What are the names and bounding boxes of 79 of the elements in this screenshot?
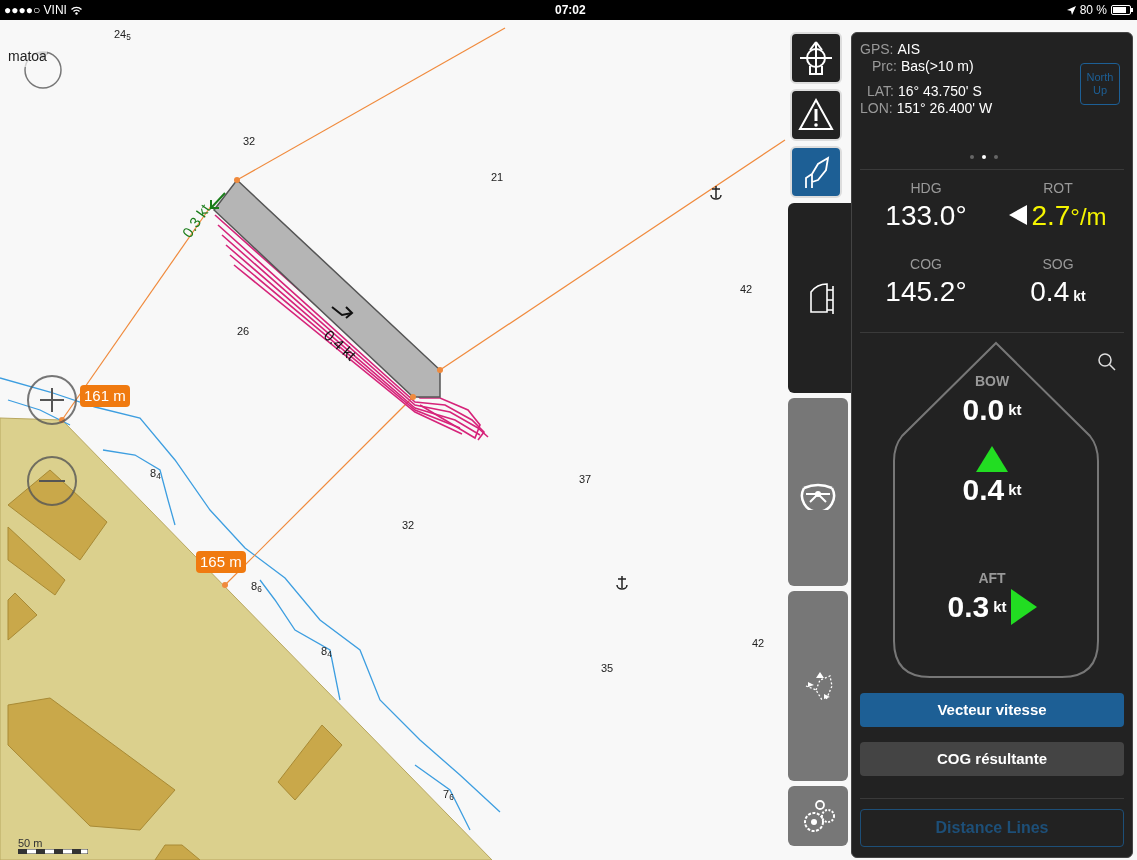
readout-label: COG (910, 255, 942, 274)
building (154, 844, 201, 860)
field-value: 16° 43.750' S (898, 83, 982, 100)
crosshair-target-icon (798, 40, 834, 76)
field-value: 151° 26.400' W (896, 100, 993, 117)
thruster-label: AFT (978, 569, 1006, 588)
wifi-icon (70, 5, 82, 15)
distance-point (410, 394, 416, 400)
scale-bar (18, 849, 88, 854)
distance-point (234, 177, 240, 183)
distance-point (59, 417, 65, 423)
readout-value: 2.7 (1031, 199, 1071, 233)
thruster-value: 0.3 (947, 589, 990, 625)
side-tab[interactable] (788, 398, 848, 586)
readout-unit: kt (1073, 287, 1086, 306)
anchor-icon (616, 575, 628, 590)
depth-sounding: 42 (740, 284, 753, 295)
depth-sounding: 8$_{4}$ (321, 646, 332, 657)
readout-value: 133.0° (885, 199, 967, 233)
depth-sounding: 8$_{6}$ (251, 581, 262, 592)
anchor-icon (710, 185, 722, 200)
battery-icon (1111, 5, 1133, 15)
depth-sounding: 42 (752, 638, 765, 649)
readout-label: SOG (1042, 255, 1074, 274)
status-time: 07:02 (555, 2, 586, 19)
tool-button[interactable] (790, 89, 842, 141)
field-label: Prc: (872, 58, 897, 75)
zoom-in-button[interactable] (27, 375, 77, 425)
depth-sounding: 37 (579, 474, 592, 485)
depth-sounding: 35 (601, 663, 614, 674)
thruster-label: BOW (974, 372, 1010, 391)
location-arrow-icon (1066, 5, 1076, 15)
option-button[interactable]: COG résultante (860, 742, 1124, 776)
right-triangle-icon (1010, 589, 1037, 625)
zoom-out-button[interactable] (27, 456, 77, 506)
thruster-unit: kt (1008, 479, 1022, 500)
tool-button[interactable] (790, 146, 842, 198)
up-triangle-icon (976, 446, 1008, 472)
readout-value: 145.2° (885, 275, 967, 309)
turn-left-triangle-icon (1009, 205, 1028, 225)
plus-icon (39, 387, 65, 413)
search-icon[interactable] (1098, 353, 1116, 371)
side-tab[interactable] (788, 786, 848, 846)
distance-point (222, 582, 228, 588)
readout-label: HDG (910, 179, 942, 198)
side-tab[interactable] (788, 203, 854, 393)
thruster-unit: kt (1008, 399, 1022, 420)
depth-sounding: 8$_{4}$ (150, 468, 161, 479)
readout-unit: °/m (1070, 202, 1107, 232)
depth-sounding: 32 (243, 136, 256, 147)
thruster-unit: kt (993, 596, 1007, 617)
field-label: LON: (860, 100, 893, 117)
speed-vector-arrow (331, 306, 354, 319)
distance-label: 161 m (80, 385, 130, 407)
readout-value: 0.4 (1030, 275, 1070, 309)
distance-point (437, 367, 443, 373)
distance-label: 165 m (196, 551, 246, 573)
depth-sounding: 32 (402, 520, 415, 531)
depth-sounding: 24$_{5}$ (114, 29, 131, 40)
warning-icon (798, 97, 834, 133)
readout-label: ROT (1043, 179, 1073, 198)
depth-sounding: 21 (491, 172, 504, 183)
battery-percent: 80 % (1079, 2, 1107, 19)
depth-sounding: 7$_{6}$ (443, 789, 454, 800)
field-value: AIS (897, 41, 921, 58)
tool-button[interactable] (790, 32, 842, 84)
thruster-value: 0.4 (962, 472, 1005, 508)
depth-sounding: 26 (237, 326, 250, 337)
speed-vector-label: 0.3 kt (177, 199, 215, 243)
option-button[interactable]: Vecteur vitesse (860, 693, 1124, 727)
field-label: LAT: (867, 83, 894, 100)
aft-vector-arrow (210, 192, 226, 209)
speed-vector-label: 0.4 kt (319, 325, 361, 366)
field-value: Bas(>10 m) (900, 58, 974, 75)
thruster-value: 0.0 (962, 392, 1005, 428)
scale-label: 50 m (18, 838, 44, 849)
minus-icon (39, 479, 65, 483)
carrier-text: ●●●●○ VINI (4, 2, 67, 19)
field-label: GPS: (860, 41, 894, 58)
